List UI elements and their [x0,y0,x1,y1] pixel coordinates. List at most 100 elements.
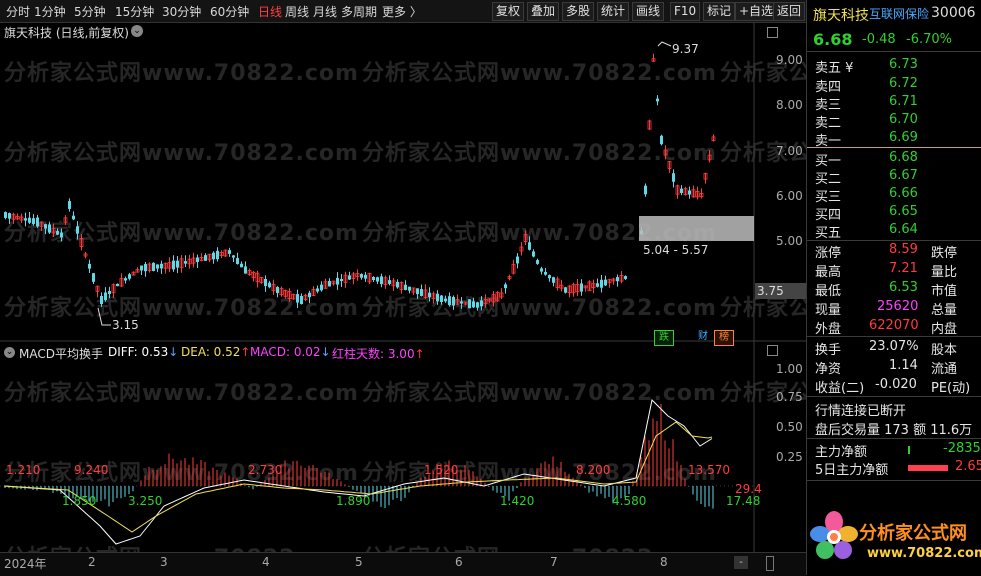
back-button[interactable]: 返回 [773,2,806,21]
period-5min[interactable]: 5分钟 [74,3,106,20]
candle-body [476,302,479,308]
divider [807,480,981,481]
period-30min[interactable]: 30分钟 [162,3,201,20]
high-value: 7.21 [889,261,918,276]
macd-red-value: 1.210 [6,463,41,477]
arrow-up-icon: ↑ [414,347,425,361]
period-weekly[interactable]: 周线 [285,3,309,20]
candle-body [528,242,531,250]
candle-body [552,277,555,283]
period-more[interactable]: 更多 〉 [382,3,422,20]
candle-body [420,289,423,296]
candle-body [128,274,131,279]
event-tag-finance[interactable]: 财 [696,330,710,344]
net-flow-bar [908,446,910,454]
now-vol-value: 25620 [877,299,919,314]
candle-body [336,277,339,285]
period-daily[interactable]: 日线 [258,3,282,20]
bid-price: 6.67 [889,168,918,183]
candle-body [372,276,375,281]
candle-body [596,283,599,287]
candle-body [472,301,475,308]
period-fenshi[interactable]: 分时 [6,3,30,20]
candle-body [264,278,267,287]
price-axis-label: 5.00 [776,234,803,248]
ask-label: 卖五 ¥ [815,61,854,76]
event-tag-drop[interactable]: 跌 [654,330,674,346]
f10-button[interactable]: F10 [670,2,701,21]
turnover-label: 换手 [815,343,842,358]
dea-line [3,421,713,533]
candle-body [184,261,187,264]
divider [807,438,981,439]
candle-body [688,190,691,195]
candle-body [216,250,219,260]
low-marker [97,307,111,326]
candle-body [56,231,59,235]
macd-green-value: 3.250 [128,494,163,508]
candle-body [232,255,235,258]
candle-body [480,300,483,307]
candle-body [228,250,231,254]
maximize-icon[interactable] [767,345,778,356]
sector-tag[interactable]: 互联网保险 [869,5,929,22]
draw-button[interactable]: 画线 [632,2,665,21]
candle-body [152,262,155,271]
period-15min[interactable]: 15分钟 [115,3,154,20]
stats-button[interactable]: 统计 [597,2,630,21]
price-axis-label: 8.00 [776,98,803,112]
time-axis[interactable] [0,552,806,576]
event-tag-rank[interactable]: 榜 [714,330,734,346]
candle-body [468,299,471,309]
time-axis-label: 7 [550,555,558,569]
inner-label: 内盘 [931,322,958,337]
low-label: 3.15 [112,318,139,332]
candle-body [680,188,683,194]
chevron-down-icon[interactable]: ⌄ [131,25,143,37]
fuquan-button[interactable]: 复权 [492,2,525,21]
overlay-button[interactable]: 叠加 [527,2,560,21]
time-axis-label: 6 [455,555,463,569]
after-hours-volume: 盘后交易量 173 额 11.6万 [815,423,973,438]
candle-body [36,217,39,227]
kline-chart[interactable] [0,22,806,575]
candle-body [548,275,551,279]
low-value: 6.53 [889,280,918,295]
macd-red-value: 13.570 [688,463,730,477]
candle-body [672,173,675,182]
candle-body [360,274,363,278]
zoom-out-button[interactable]: - [734,556,748,569]
candle-body [536,260,539,264]
macd-name: MACD平均换手 [19,347,103,361]
outer-label: 外盘 [815,322,842,337]
chevron-down-icon[interactable]: ⌄ [4,347,15,358]
bid-label: 买五 [815,226,842,241]
candle-body [172,260,175,270]
candle-body [656,98,659,102]
period-1min[interactable]: 1分钟 [34,3,66,20]
macd-value: MACD: 0.02↓ [250,345,331,359]
scroll-handle[interactable] [766,556,774,571]
bid-price: 6.68 [889,150,918,165]
candle-body [108,290,111,295]
equity-label: 股本 [931,343,958,358]
net-flow5-label: 5日主力净额 [815,463,889,478]
period-60min[interactable]: 60分钟 [210,3,249,20]
candle-body [8,213,11,219]
period-multi[interactable]: 多周期 [341,3,377,20]
candle-body [404,284,407,290]
candle-body [76,226,79,234]
candle-body [436,293,439,302]
multi-stock-button[interactable]: 多股 [562,2,595,21]
add-watch-button[interactable]: +自选 [735,2,778,21]
candle-body [308,292,311,298]
bid-label: 买二 [815,172,842,187]
period-monthly[interactable]: 月线 [313,3,337,20]
logo-text: 分析家公式网 [859,523,967,544]
mark-button[interactable]: 标记 [703,2,736,21]
candle-body [60,232,63,238]
maximize-icon[interactable] [767,27,778,38]
candle-body [540,268,543,272]
candle-body [28,217,31,223]
macd-green-value: 1.850 [62,494,97,508]
